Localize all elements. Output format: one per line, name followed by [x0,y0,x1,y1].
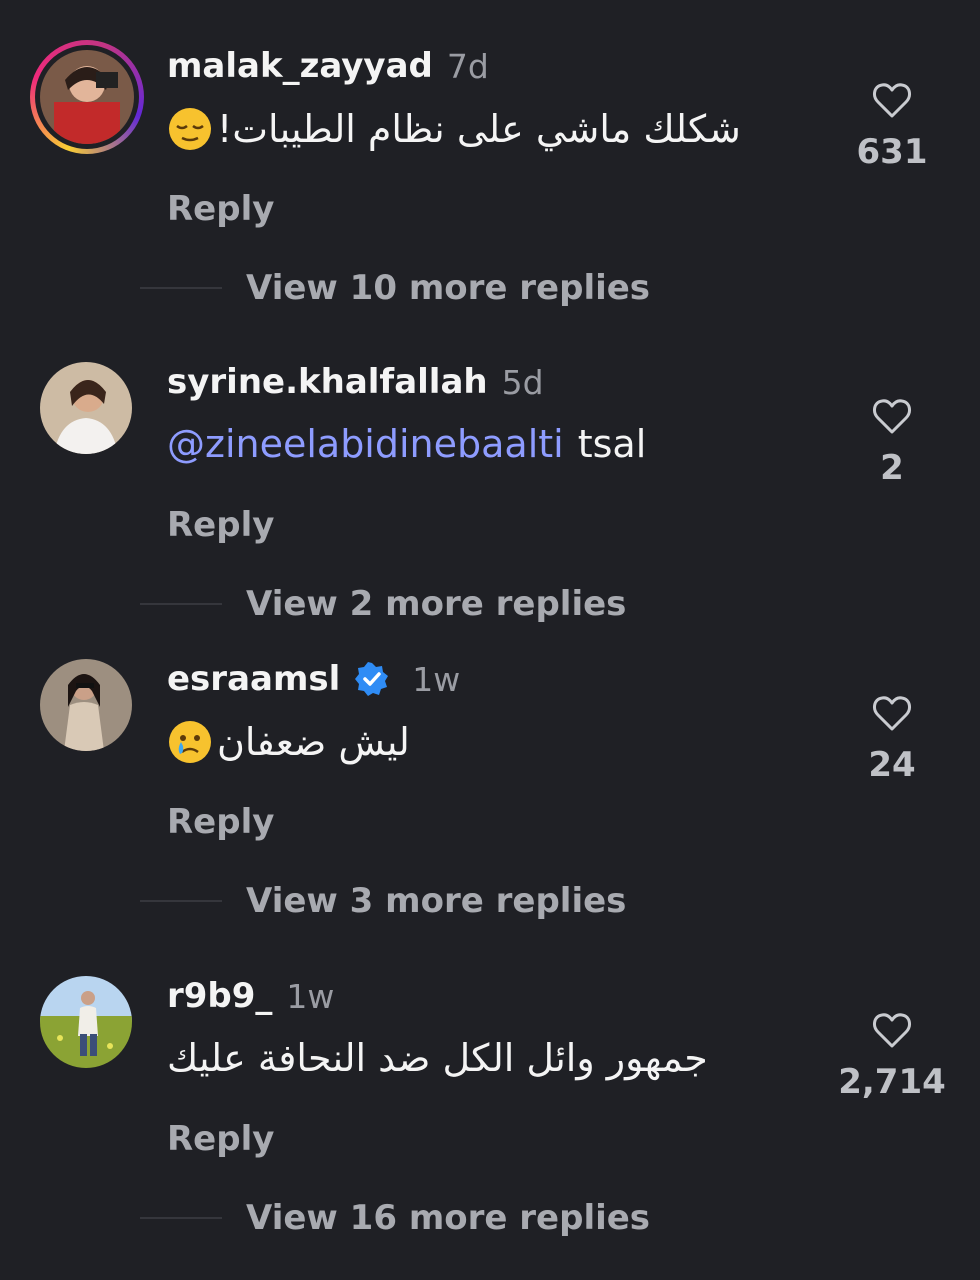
timestamp: 1w [286,976,335,1016]
comment-header: syrine.khalfallah 5d [167,362,544,402]
timestamp: 7d [446,46,489,86]
heart-outline-icon[interactable] [870,394,914,438]
timestamp: 5d [501,362,544,402]
reply-button[interactable]: Reply [167,802,274,842]
like-count: 631 [856,132,928,172]
like-control: 24 [832,691,952,785]
like-control: 2 [832,394,952,488]
comment-text: شكلك ماشي على نظام الطيبات! [167,106,741,152]
avatar[interactable] [40,362,132,454]
comment-text: @zineelabidinebaalti tsal [167,422,646,466]
view-more-replies-button[interactable]: View 10 more replies [246,268,650,308]
replies-divider [140,603,222,605]
timestamp: 1w [412,659,461,699]
like-control: 631 [832,78,952,172]
avatar[interactable] [40,976,132,1068]
reply-button[interactable]: Reply [167,189,274,229]
replies-divider [140,287,222,289]
like-count: 2,714 [838,1062,946,1102]
comment-body: ليش ضعفان [217,720,410,764]
heart-outline-icon[interactable] [870,691,914,735]
avatar-photo [40,50,134,144]
replies-divider [140,1217,222,1219]
avatar-photo [40,976,132,1068]
mention-link[interactable]: @zineelabidinebaalti [167,422,564,466]
reply-button[interactable]: Reply [167,505,274,545]
comment-body: شكلك ماشي على نظام الطيبات! [217,107,741,151]
like-count: 24 [868,745,916,785]
heart-outline-icon[interactable] [870,1008,914,1052]
comment-item: malak_zayyad 7d شكلك ماشي على نظام الطيب… [0,40,980,363]
username[interactable]: malak_zayyad [167,46,433,86]
view-more-replies-button[interactable]: View 16 more replies [246,1198,650,1238]
comment-header: malak_zayyad 7d [167,46,489,86]
like-control: 2,714 [832,1008,952,1102]
comment-body: tsal [577,422,647,466]
avatar-photo [40,362,132,454]
view-more-replies-button[interactable]: View 2 more replies [246,584,626,624]
username[interactable]: syrine.khalfallah [167,362,488,402]
comment-header: r9b9_ 1w [167,976,334,1016]
relieved-face-icon [169,108,211,150]
view-more-replies-button[interactable]: View 3 more replies [246,881,626,921]
like-count: 2 [880,448,904,488]
heart-outline-icon[interactable] [870,78,914,122]
comment-item: r9b9_ 1w جمهور وائل الكل ضد النحافة عليك… [0,976,980,1280]
crying-face-icon [169,721,211,763]
avatar[interactable] [30,40,144,154]
username[interactable]: esraamsl [167,659,340,699]
username[interactable]: r9b9_ [167,976,272,1016]
reply-button[interactable]: Reply [167,1119,274,1159]
comment-text: جمهور وائل الكل ضد النحافة عليك [167,1036,708,1080]
verified-badge-icon [355,662,389,696]
comment-item: syrine.khalfallah 5d @zineelabidinebaalt… [0,362,980,679]
avatar-photo [40,659,132,751]
replies-divider [140,900,222,902]
comment-header: esraamsl 1w [167,659,460,699]
avatar[interactable] [40,659,132,751]
comment-text: ليش ضعفان [167,719,410,765]
comment-item: esraamsl 1w ليش ضعفان Reply View 3 more … [0,659,980,976]
comment-body: جمهور وائل الكل ضد النحافة عليك [167,1036,708,1080]
